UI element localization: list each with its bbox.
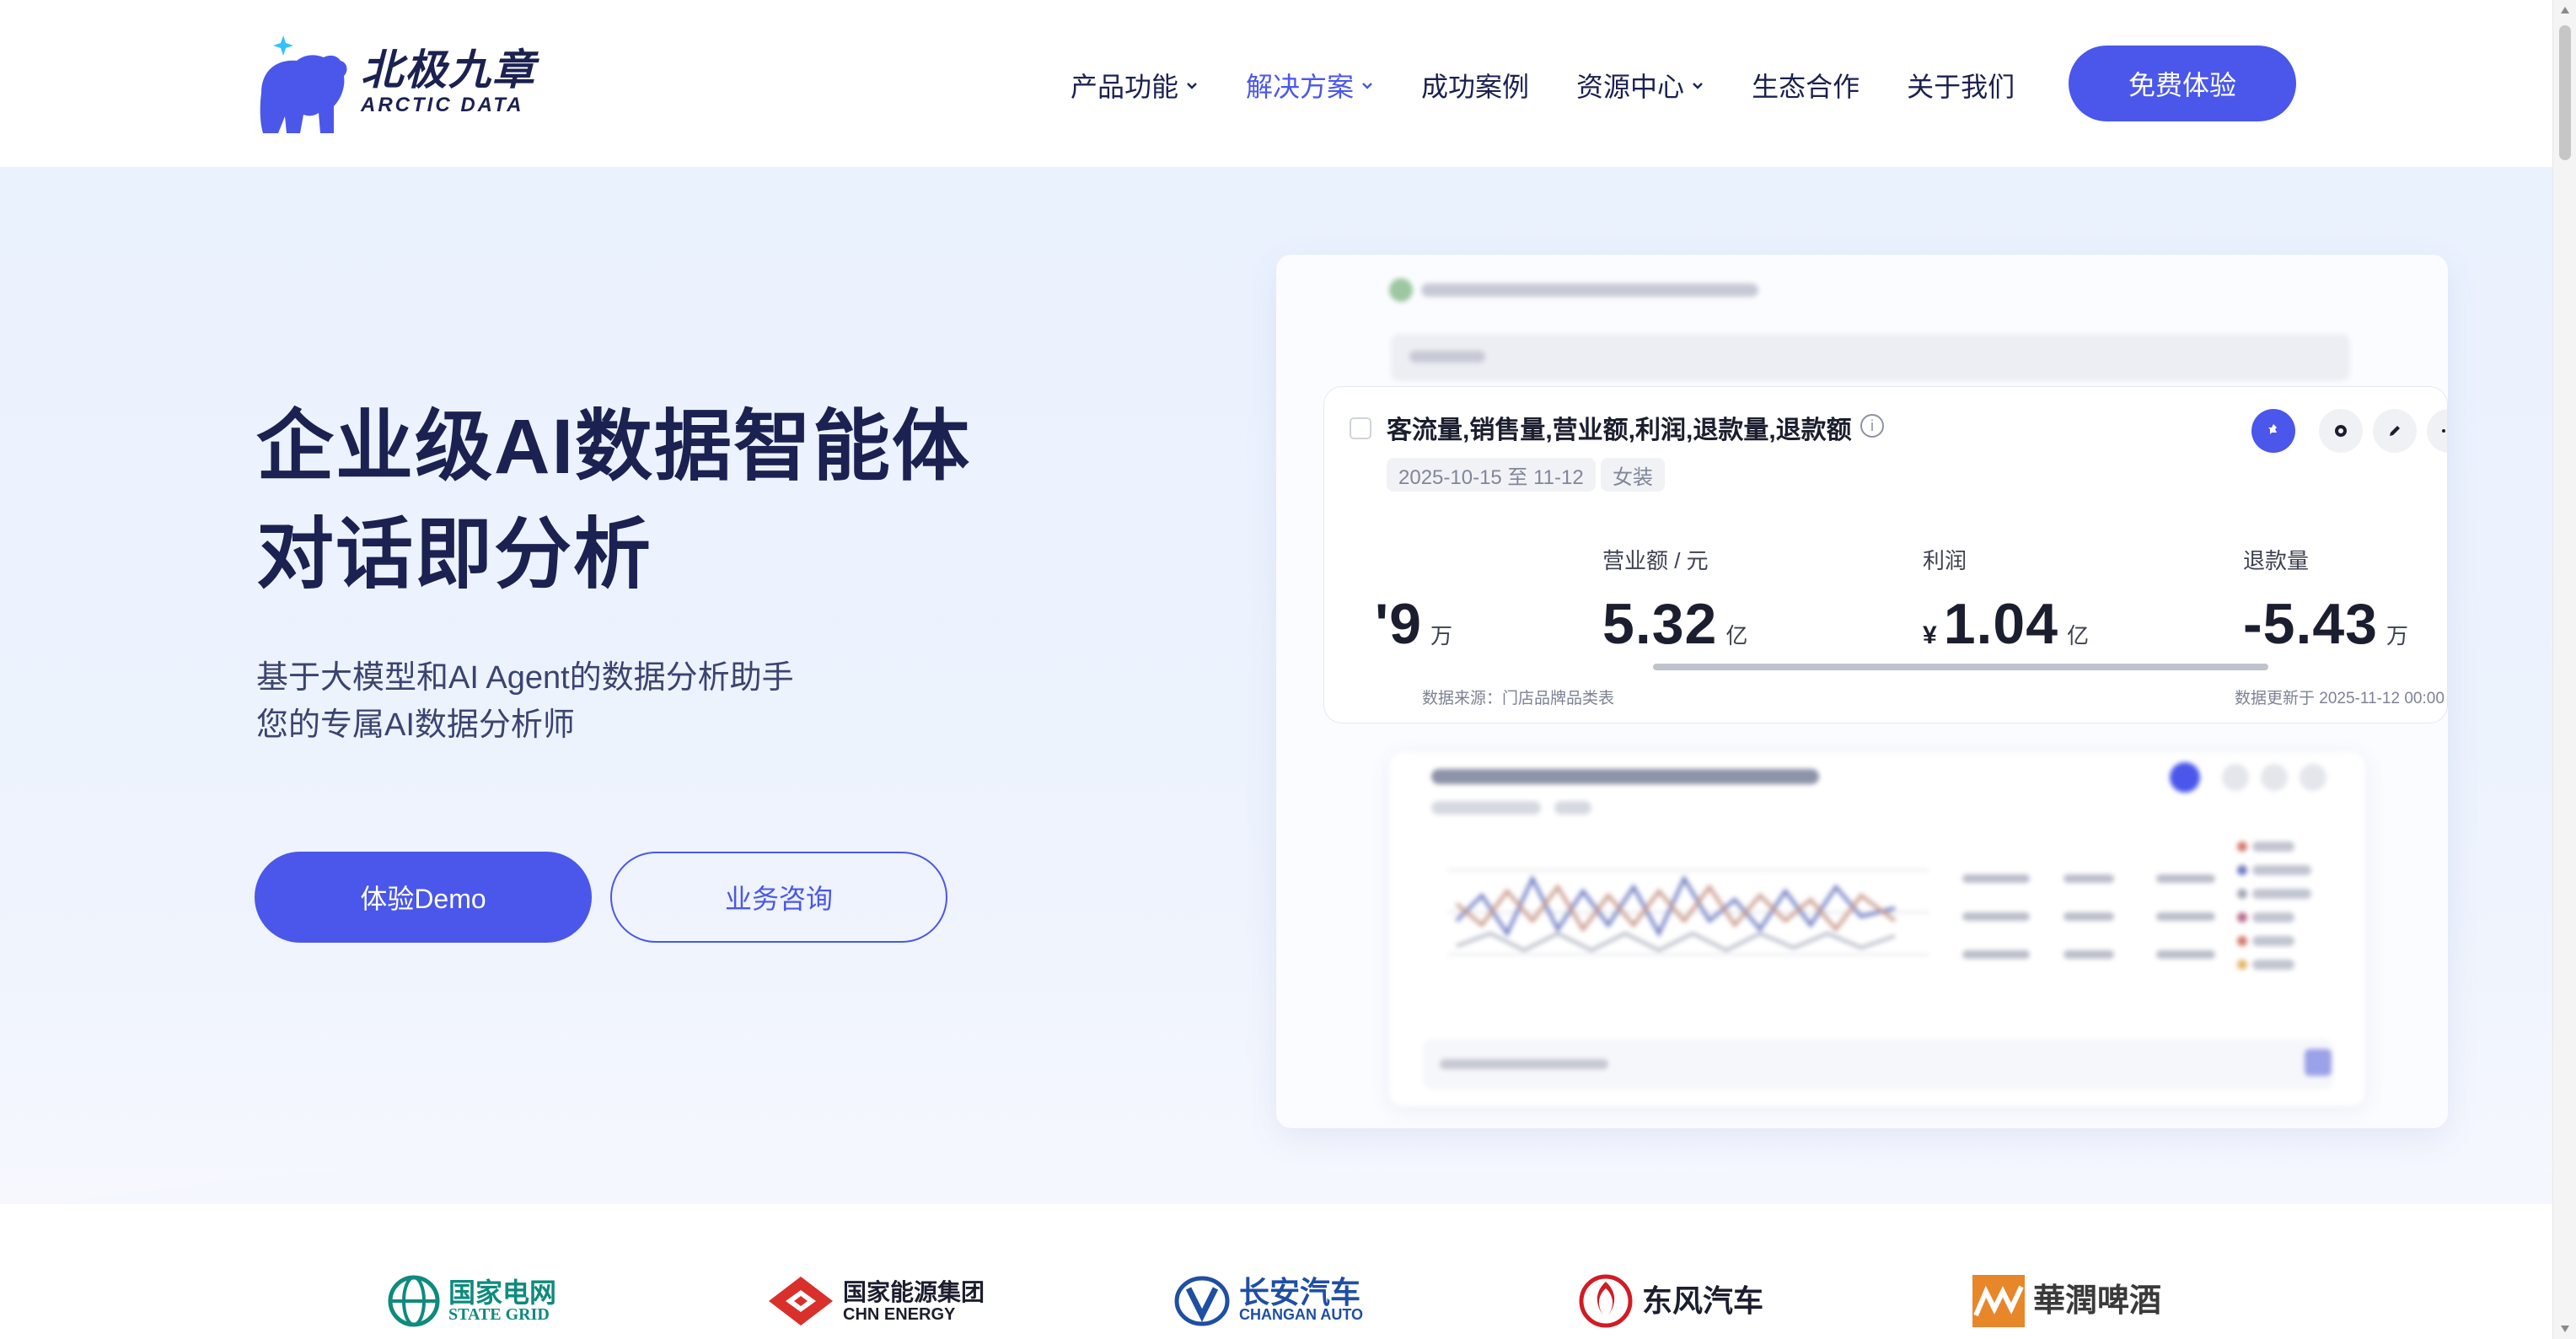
horizontal-scrollbar[interactable] [1653,664,2268,670]
metric-profit: 利润 ¥ 1.04 亿 [1923,544,2089,657]
preview-question-bubble [1389,278,1758,302]
more-button[interactable] [2427,409,2447,453]
metric-card-title: 客流量,销售量,营业额,利润,退款量,退款额 [1387,417,1852,444]
client-name-en: CHN ENERGY [843,1305,956,1324]
nav-item-cases[interactable]: 成功案例 [1421,66,1529,105]
chat-button[interactable] [2319,409,2363,453]
try-demo-button[interactable]: 体验Demo [255,852,592,943]
client-name-cn: 东风汽车 [1642,1283,1764,1318]
free-trial-button[interactable]: 免费体验 [2069,46,2296,121]
select-checkbox[interactable] [1350,417,1371,439]
hero-subtitle-line2: 您的专属AI数据分析师 [256,707,575,743]
scrollbar-thumb[interactable] [2559,25,2571,160]
metric-card: 客流量,销售量,营业额,利润,退款量,退款额 i 2025-10-15 至 11… [1323,386,2448,723]
chn-energy-logo-icon [769,1277,833,1326]
nav-item-label: 产品功能 [1071,72,1179,102]
site-header: 北极九章 ARCTIC DATA 产品功能 解决方案 成功案例 资源中心 生态合… [0,0,2576,167]
cr-beer-logo-icon [1972,1275,2025,1327]
hero-title-line1: 企业级AI数据智能体 [256,404,972,490]
product-preview: 客流量,销售量,营业额,利润,退款量,退款额 i 2025-10-15 至 11… [1276,255,2448,1128]
metric-unit: 亿 [1725,623,1748,648]
dongfeng-logo-icon [1579,1274,1633,1328]
business-consult-button[interactable]: 业务咨询 [610,852,947,943]
edit-button[interactable] [2373,409,2417,453]
pin-icon [2268,424,2277,434]
brand-name-en: ARCTIC DATA [361,94,524,116]
nav-item-resources[interactable]: 资源中心 [1576,66,1704,105]
brand-logo[interactable]: 北极九章 ARCTIC DATA [253,29,536,135]
metric-unit: 亿 [2067,623,2090,648]
hero-section: 企业级AI数据智能体 对话即分析 基于大模型和AI Agent的数据分析助手 您… [0,167,2552,1204]
nav-item-label: 成功案例 [1421,72,1530,102]
nav-item-products[interactable]: 产品功能 [1071,66,1199,105]
state-grid-logo-icon [388,1275,440,1327]
preview-analysis-chip [1391,334,2350,381]
nav-item-about[interactable]: 关于我们 [1907,66,2015,105]
date-range-tag: 2025-10-15 至 11-12 [1387,458,1596,492]
nav-item-solutions[interactable]: 解决方案 [1246,66,1374,105]
currency-symbol: ¥ [1923,621,1937,649]
polar-bear-logo-icon [260,35,347,133]
client-logo-dongfeng: 东风汽车 [1578,1272,1763,1331]
metric-unit: 万 [1430,623,1453,648]
info-icon[interactable]: i [1860,414,1884,438]
hero-title: 企业级AI数据智能体 对话即分析 [256,393,971,609]
page-scrollbar[interactable] [2552,0,2576,1339]
metric-label: 退款量 [2243,548,2310,573]
more-icon [2442,429,2445,433]
pin-button[interactable] [2251,409,2295,453]
metric-value: -5.43 [2243,592,2378,656]
metric-revenue: 营业额 / 元 5.32 亿 [1602,544,1747,657]
client-name-en: STATE GRID [448,1305,550,1324]
category-tag: 女装 [1601,458,1665,492]
edit-icon [2390,426,2400,436]
chat-icon [2335,425,2347,437]
client-logo-cr-beer: 華潤啤酒 [1972,1272,2161,1331]
main-nav: 产品功能 解决方案 成功案例 资源中心 生态合作 关于我们 [1071,47,2062,123]
metric-value: 5.32 [1602,592,1718,656]
changan-logo-icon [1174,1276,1230,1326]
metric-refund-qty: 退款量 -5.43 万 [2243,544,2408,657]
chevron-down-icon [1362,83,1372,89]
metric-unit: 万 [2386,623,2409,648]
brand-name-cn: 北极九章 [361,46,536,94]
data-source-note: 数据来源：门店品牌品类表 [1422,690,1615,707]
client-name-cn: 长安汽车 [1239,1275,1361,1309]
nav-item-label: 解决方案 [1246,72,1355,102]
client-name-cn: 華潤啤酒 [2033,1283,2162,1319]
metric-label: 营业额 / 元 [1602,548,1709,573]
hero-subtitle: 基于大模型和AI Agent的数据分析助手 您的专属AI数据分析师 [256,654,794,749]
client-logos-strip: 国家电网 STATE GRID 国家能源集团 CHN ENERGY 长安汽车 C… [0,1204,2552,1339]
nav-item-label: 资源中心 [1576,72,1685,102]
chevron-down-icon [1187,83,1197,89]
scroll-down-arrow-icon[interactable] [2561,1326,2569,1332]
data-updated-note: 数据更新于 2025-11-12 00:00 [2235,690,2445,707]
client-logo-state-grid: 国家电网 STATE GRID [388,1272,556,1331]
metric-partial: '9 万 [1375,544,1452,657]
metric-value: 1.04 [1943,592,2059,656]
metric-value: '9 [1375,592,1422,656]
client-name-en: CHANGAN AUTO [1239,1306,1363,1323]
client-logo-changan-auto: 长安汽车 CHANGAN AUTO [1173,1272,1363,1331]
nav-item-ecosystem[interactable]: 生态合作 [1752,66,1860,105]
client-logo-chn-energy: 国家能源集团 CHN ENERGY [767,1272,985,1331]
client-name-cn: 国家电网 [448,1277,557,1308]
client-name-cn: 国家能源集团 [843,1279,985,1305]
metric-label: 利润 [1923,548,1967,573]
hero-title-line2: 对话即分析 [256,512,653,598]
scroll-up-arrow-icon[interactable] [2561,7,2569,13]
hero-subtitle-line1: 基于大模型和AI Agent的数据分析助手 [256,660,794,696]
metric-label [1375,544,1452,578]
user-avatar-icon [1389,278,1413,302]
chevron-down-icon [1693,83,1703,89]
blurred-chart-card [1389,752,2365,1106]
nav-item-label: 关于我们 [1907,72,2015,102]
nav-item-label: 生态合作 [1752,72,1860,102]
